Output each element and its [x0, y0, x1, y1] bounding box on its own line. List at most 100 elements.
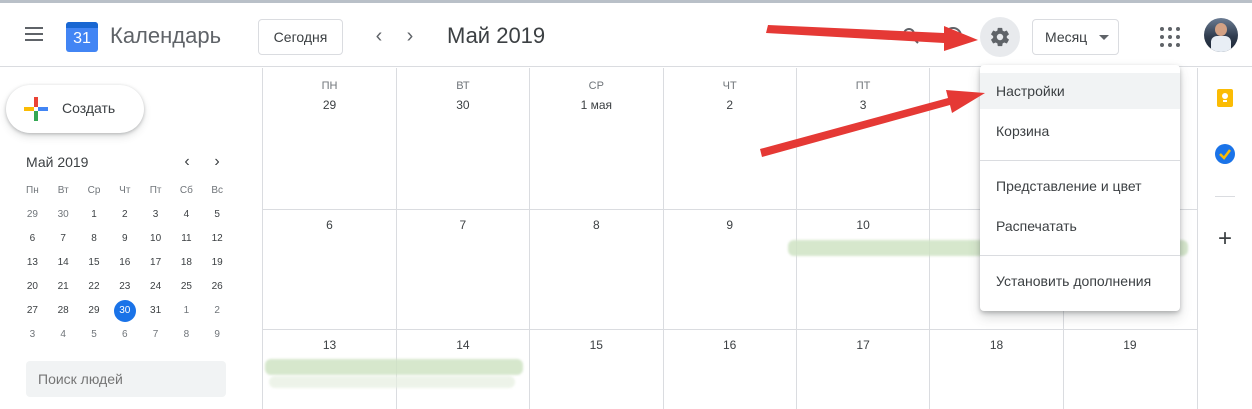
mini-day[interactable]: 30 [48, 203, 79, 227]
event-chip[interactable] [269, 376, 515, 388]
side-panel: + [1197, 68, 1252, 409]
event-chip[interactable] [265, 359, 523, 375]
divider [1215, 196, 1235, 197]
weekday-header: ЧТ [722, 80, 737, 92]
day-number[interactable]: 6 [263, 218, 396, 232]
settings-button[interactable] [980, 17, 1020, 57]
day-number[interactable]: 2 [663, 98, 796, 112]
mini-day[interactable]: 7 [140, 323, 171, 347]
mini-day[interactable]: 10 [140, 227, 171, 251]
mini-day[interactable]: 15 [79, 251, 110, 275]
mini-day[interactable]: 30 [109, 299, 140, 323]
mini-day[interactable]: 16 [109, 251, 140, 275]
mini-day[interactable]: 18 [171, 251, 202, 275]
help-icon[interactable] [944, 27, 962, 45]
day-number[interactable]: 10 [797, 218, 930, 232]
gear-icon [991, 27, 1009, 47]
day-number[interactable]: 1 мая [530, 98, 663, 112]
day-number[interactable]: 9 [663, 218, 796, 232]
menu-item-trash[interactable]: Корзина [980, 113, 1180, 149]
mini-calendar-title: Май 2019 [26, 154, 89, 170]
mini-day[interactable]: 28 [48, 299, 79, 323]
mini-day[interactable]: 1 [171, 299, 202, 323]
chevron-right-icon[interactable]: › [398, 25, 422, 49]
mini-day[interactable]: 31 [140, 299, 171, 323]
day-number[interactable]: 8 [530, 218, 663, 232]
view-select-label: Месяц [1045, 29, 1088, 45]
mini-day[interactable]: 21 [48, 275, 79, 299]
tasks-icon[interactable] [1215, 144, 1235, 164]
menu-item-density-color[interactable]: Представление и цвет [980, 168, 1180, 204]
mini-day[interactable]: 23 [109, 275, 140, 299]
caret-down-icon [1099, 35, 1109, 40]
chevron-left-icon[interactable]: ‹ [177, 153, 197, 173]
mini-day[interactable]: 7 [48, 227, 79, 251]
create-button[interactable]: Создать [6, 85, 144, 133]
app-title: Календарь [110, 23, 222, 48]
mini-day[interactable]: 25 [171, 275, 202, 299]
weekday-header: ВТ [456, 80, 470, 92]
mini-day-today: 30 [113, 300, 136, 322]
day-number[interactable]: 7 [396, 218, 529, 232]
mini-day[interactable]: 4 [48, 323, 79, 347]
menu-item-print[interactable]: Распечатать [980, 208, 1180, 244]
mini-day[interactable]: 9 [109, 227, 140, 251]
apps-icon[interactable] [1160, 27, 1180, 47]
plus-icon[interactable]: + [1215, 227, 1235, 251]
mini-day[interactable]: 24 [140, 275, 171, 299]
chevron-right-icon[interactable]: › [207, 153, 227, 173]
day-number[interactable]: 15 [530, 338, 663, 352]
day-number[interactable]: 17 [797, 338, 930, 352]
day-number[interactable]: 30 [396, 98, 529, 112]
mini-day[interactable]: 8 [79, 227, 110, 251]
mini-day[interactable]: 3 [17, 323, 48, 347]
people-search-input[interactable] [26, 361, 226, 397]
mini-day[interactable]: 2 [109, 203, 140, 227]
day-number[interactable]: 19 [1063, 338, 1196, 352]
plus-icon [24, 97, 48, 121]
mini-weekday: Пт [149, 185, 162, 196]
today-button[interactable]: Сегодня [258, 19, 343, 55]
mini-day[interactable]: 17 [140, 251, 171, 275]
avatar[interactable] [1204, 18, 1238, 52]
mini-day[interactable]: 26 [202, 275, 233, 299]
mini-day[interactable]: 5 [202, 203, 233, 227]
calendar-logo-icon[interactable]: 31 [66, 18, 98, 52]
mini-day[interactable]: 3 [140, 203, 171, 227]
mini-weekday: Вс [211, 185, 224, 196]
mini-day[interactable]: 8 [171, 323, 202, 347]
day-number[interactable]: 16 [663, 338, 796, 352]
mini-calendar: Пн Вт Ср Чт Пт Сб Вс 29 30 1 2 3 4 5 6 7 8 9 10 11 12 13 14 15 1… [17, 179, 233, 347]
mini-day[interactable]: 22 [79, 275, 110, 299]
menu-icon[interactable] [20, 23, 48, 47]
chevron-left-icon[interactable]: ‹ [367, 25, 391, 49]
search-icon[interactable] [902, 27, 920, 45]
day-number[interactable]: 14 [396, 338, 529, 352]
mini-day[interactable]: 5 [79, 323, 110, 347]
mini-day[interactable]: 20 [17, 275, 48, 299]
mini-day[interactable]: 19 [202, 251, 233, 275]
mini-day[interactable]: 12 [202, 227, 233, 251]
day-number[interactable]: 13 [263, 338, 396, 352]
view-select[interactable]: Месяц [1032, 19, 1119, 55]
mini-weekday: Чт [119, 185, 131, 196]
mini-day[interactable]: 29 [79, 299, 110, 323]
keep-icon[interactable] [1215, 88, 1235, 108]
mini-weekday: Сб [179, 185, 193, 196]
mini-day[interactable]: 2 [202, 299, 233, 323]
day-number[interactable]: 3 [797, 98, 930, 112]
mini-day[interactable]: 4 [171, 203, 202, 227]
mini-day[interactable]: 6 [109, 323, 140, 347]
mini-day[interactable]: 6 [17, 227, 48, 251]
mini-day[interactable]: 29 [17, 203, 48, 227]
mini-day[interactable]: 14 [48, 251, 79, 275]
menu-item-settings[interactable]: Настройки [980, 73, 1180, 109]
mini-day[interactable]: 27 [17, 299, 48, 323]
menu-item-addons[interactable]: Установить дополнения [980, 263, 1180, 299]
day-number[interactable]: 29 [263, 98, 396, 112]
mini-day[interactable]: 9 [202, 323, 233, 347]
mini-day[interactable]: 1 [79, 203, 110, 227]
mini-day[interactable]: 13 [17, 251, 48, 275]
mini-day[interactable]: 11 [171, 227, 202, 251]
day-number[interactable]: 18 [930, 338, 1063, 352]
